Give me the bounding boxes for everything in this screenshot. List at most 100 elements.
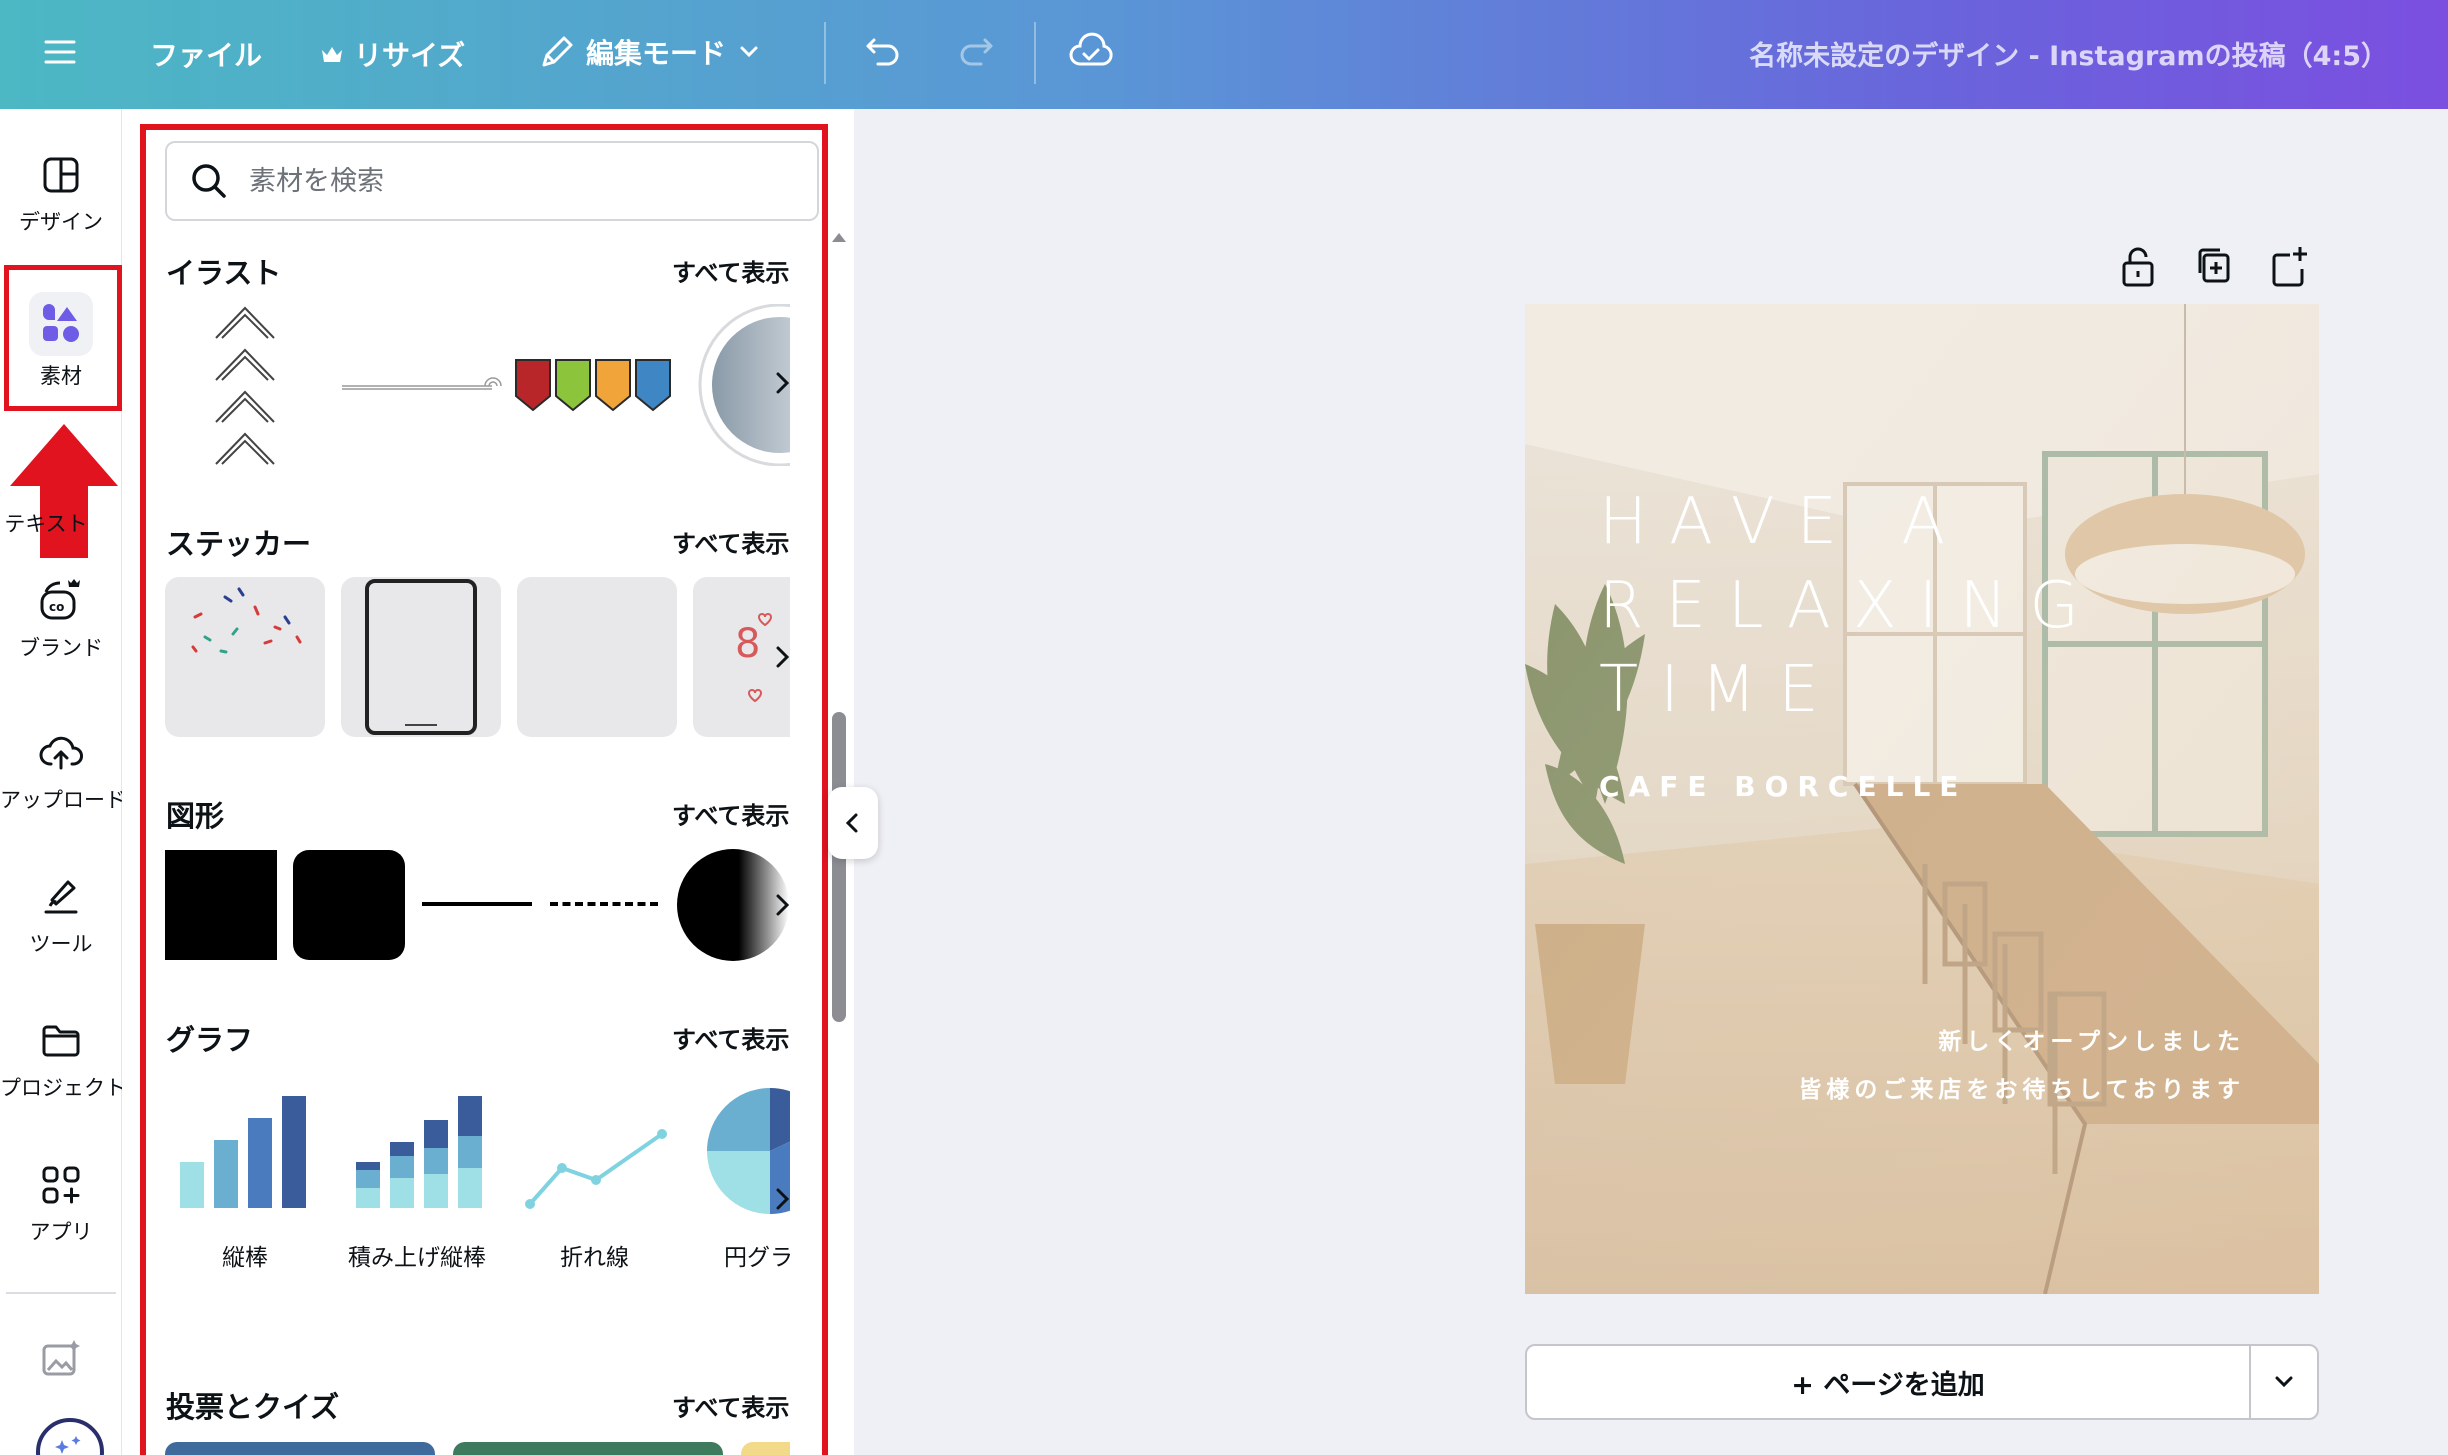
add-page-icon[interactable]	[2270, 245, 2308, 287]
design-headline[interactable]: HAVE A RELAXING TIME	[1599, 480, 2101, 732]
rail-item-tools[interactable]: ツール	[0, 874, 122, 958]
shape-solid-line[interactable]	[422, 902, 532, 906]
collapse-panel-button[interactable]	[828, 787, 878, 859]
see-all-stickers[interactable]: すべて表示	[672, 524, 789, 559]
resize-label: リサイズ	[354, 39, 466, 72]
section-title-illustrations: イラスト	[166, 256, 282, 290]
document-title[interactable]: 名称未設定のデザイン - Instagramの投稿（4:5）	[1749, 34, 2388, 73]
see-all-shapes[interactable]: すべて表示	[672, 796, 789, 831]
illustration-chevrons[interactable]	[212, 302, 278, 468]
graph-stacked-bar-thumbnail[interactable]	[352, 1094, 492, 1210]
illustration-bookmarks[interactable]	[514, 356, 680, 412]
chevron-down-icon	[740, 46, 758, 58]
design-message[interactable]: 新しくオープンしました 皆様のご来店をお待ちしております	[1798, 1018, 2245, 1114]
rail-item-label: アプリ	[29, 1220, 93, 1244]
top-toolbar: ファイル リサイズ 編集モード 名称未設定のデザイン - Instagramの投…	[0, 0, 2448, 109]
file-menu-button[interactable]: ファイル	[150, 34, 262, 74]
graph-label-bar: 縦棒	[222, 1245, 268, 1271]
chevron-right-icon	[776, 894, 790, 916]
rail-item-apps[interactable]: アプリ	[0, 1162, 122, 1246]
scroll-up-arrow[interactable]	[830, 230, 848, 244]
rail-item-brand[interactable]: co ブランド	[0, 578, 122, 662]
apps-grid-icon	[42, 1166, 80, 1204]
element-search-box[interactable]	[165, 141, 819, 221]
poll-thumbnail-green[interactable]	[453, 1442, 723, 1455]
resize-button[interactable]: リサイズ	[320, 34, 465, 74]
sticker-tablet[interactable]	[341, 577, 501, 737]
add-page-dropdown[interactable]	[2251, 1346, 2317, 1418]
folder-icon	[42, 1025, 80, 1057]
sticker-confetti[interactable]	[165, 577, 325, 737]
graphs-next-button[interactable]	[767, 1184, 797, 1214]
graph-bar-thumbnail[interactable]	[176, 1090, 316, 1210]
brand-icon: co	[40, 579, 80, 620]
layout-icon	[43, 157, 79, 193]
section-title-polls: 投票とクイズ	[166, 1390, 340, 1424]
toolbar-divider	[824, 22, 826, 84]
shape-dashed-line[interactable]	[550, 902, 658, 906]
headline-line-2: RELAXING	[1599, 569, 2101, 643]
crown-icon	[322, 47, 342, 62]
search-input[interactable]	[249, 165, 769, 197]
highlight-box-elements	[4, 265, 122, 411]
poll-thumbnail-yellow[interactable]	[741, 1442, 790, 1455]
magic-media-icon[interactable]	[40, 1338, 82, 1380]
chevron-right-icon	[776, 372, 790, 394]
rail-item-label: ツール	[29, 932, 93, 956]
section-title-stickers: ステッカー	[166, 527, 312, 561]
graph-label-line: 折れ線	[560, 1245, 629, 1271]
lock-icon[interactable]	[2120, 245, 2156, 287]
illustration-line[interactable]	[340, 368, 506, 392]
redo-button[interactable]	[955, 30, 997, 72]
cloud-check-icon	[1069, 32, 1113, 66]
stickers-next-button[interactable]	[767, 642, 797, 672]
tablet-graphic	[365, 579, 477, 735]
svg-text:8: 8	[735, 621, 760, 667]
graph-line-thumbnail[interactable]	[522, 1120, 672, 1212]
rail-divider	[6, 1292, 116, 1294]
headline-line-3: TIME	[1599, 653, 1841, 727]
page-toolbar	[2120, 245, 2308, 287]
rail-item-projects[interactable]: プロジェクト	[0, 1018, 126, 1102]
rail-item-label: アップロード	[0, 788, 126, 812]
cloud-save-button[interactable]	[1068, 30, 1114, 72]
rail-item-text[interactable]: テキスト	[0, 508, 122, 538]
design-page[interactable]: HAVE A RELAXING TIME CAFE BORCELLE 新しくオー…	[1525, 304, 2319, 1294]
shape-rounded-square[interactable]	[293, 850, 405, 960]
shape-square[interactable]	[165, 850, 277, 960]
graph-label-stacked-bar: 積み上げ縦棒	[348, 1245, 486, 1271]
toolbar-divider	[1034, 22, 1036, 84]
undo-button[interactable]	[862, 30, 904, 72]
headline-line-1: HAVE A	[1599, 485, 1968, 559]
edit-mode-dropdown[interactable]: 編集モード	[538, 32, 762, 72]
message-line-1: 新しくオープンしました	[1938, 1029, 2245, 1055]
see-all-graphs[interactable]: すべて表示	[672, 1020, 789, 1055]
message-line-2: 皆様のご来店をお待ちしております	[1798, 1077, 2245, 1103]
poll-thumbnail-blue[interactable]	[165, 1442, 435, 1455]
add-page-bar: + ページを追加	[1525, 1344, 2319, 1420]
rail-item-design[interactable]: デザイン	[0, 152, 122, 236]
section-title-graphs: グラフ	[166, 1023, 254, 1057]
see-all-illustrations[interactable]: すべて表示	[672, 253, 789, 288]
menu-icon[interactable]	[42, 34, 78, 70]
illustrations-next-button[interactable]	[767, 368, 797, 398]
shapes-next-button[interactable]	[767, 890, 797, 920]
rail-item-label: デザイン	[19, 210, 103, 234]
draw-tool-icon	[44, 880, 78, 914]
search-icon	[192, 164, 226, 198]
rail-item-label: テキスト	[4, 512, 88, 536]
confetti-graphic	[191, 587, 302, 654]
add-page-button[interactable]: + ページを追加	[1527, 1346, 2251, 1418]
cloud-upload-icon	[39, 736, 83, 770]
chevron-left-icon	[845, 813, 858, 833]
duplicate-page-icon[interactable]	[2194, 245, 2232, 287]
design-subhead[interactable]: CAFE BORCELLE	[1599, 770, 1967, 803]
see-all-polls[interactable]: すべて表示	[672, 1388, 789, 1423]
svg-text:co: co	[49, 600, 64, 614]
chevron-right-icon	[776, 646, 790, 668]
rail-item-upload[interactable]: アップロード	[0, 730, 126, 814]
sticker-blank[interactable]	[517, 577, 677, 737]
magic-ai-icon[interactable]	[34, 1412, 106, 1455]
panel-scrollbar[interactable]	[832, 712, 846, 1022]
chevron-down-icon	[2275, 1376, 2293, 1388]
